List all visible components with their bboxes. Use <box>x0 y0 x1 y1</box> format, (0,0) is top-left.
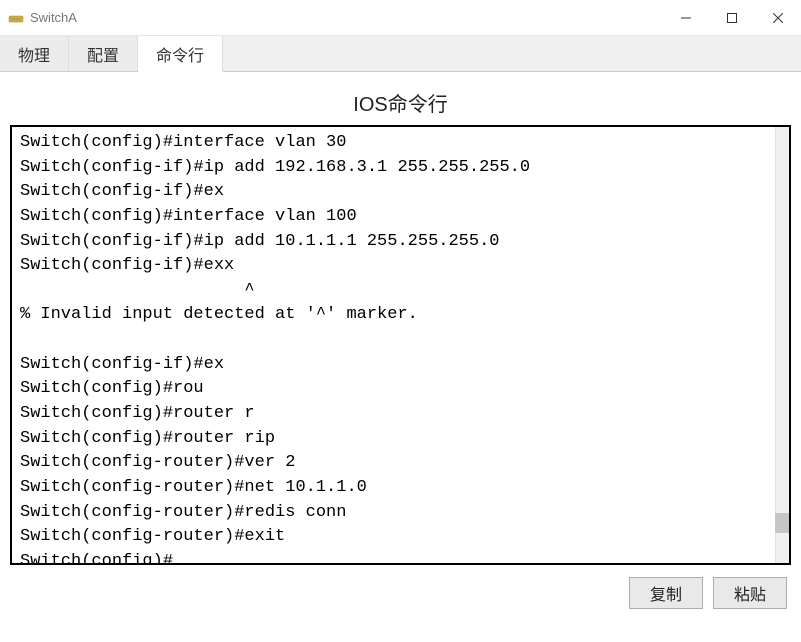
button-row: 复制 粘贴 <box>10 577 791 609</box>
section-title: IOS命令行 <box>10 88 791 117</box>
window-title: SwitchA <box>30 10 663 25</box>
titlebar: SwitchA <box>0 0 801 36</box>
terminal-container: Switch(config)#interface vlan 30 Switch(… <box>10 125 791 565</box>
tab-cli[interactable]: 命令行 <box>138 36 223 72</box>
scrollbar-track[interactable] <box>775 127 789 563</box>
window-controls <box>663 0 801 35</box>
tab-physical[interactable]: 物理 <box>0 36 69 71</box>
tab-bar: 物理 配置 命令行 <box>0 36 801 72</box>
copy-button[interactable]: 复制 <box>629 577 703 609</box>
scrollbar-thumb[interactable] <box>775 513 789 533</box>
app-icon <box>8 10 24 26</box>
maximize-button[interactable] <box>709 0 755 35</box>
content-area: IOS命令行 Switch(config)#interface vlan 30 … <box>0 72 801 621</box>
minimize-button[interactable] <box>663 0 709 35</box>
terminal-output[interactable]: Switch(config)#interface vlan 30 Switch(… <box>10 125 791 565</box>
close-button[interactable] <box>755 0 801 35</box>
paste-button[interactable]: 粘贴 <box>713 577 787 609</box>
tab-config[interactable]: 配置 <box>69 36 138 71</box>
